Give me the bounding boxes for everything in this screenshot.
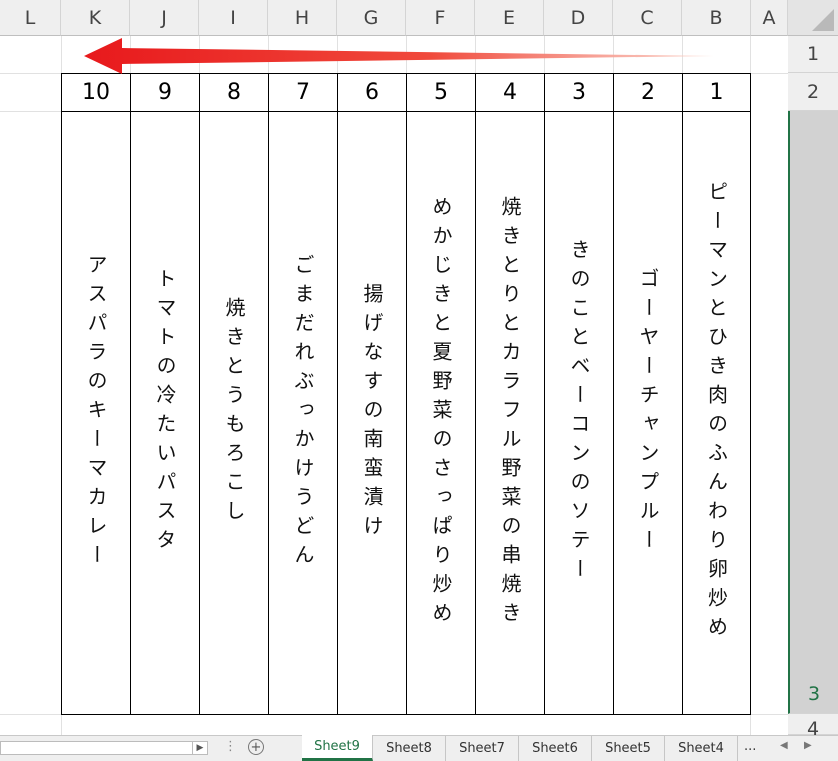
number-cell[interactable]: 2 <box>613 73 683 112</box>
row-header-4[interactable]: 4 <box>788 714 838 740</box>
dish-name: アスパラのキーマカレー <box>84 253 108 573</box>
column-header-H[interactable]: H <box>268 0 337 36</box>
scroll-right-arrow-icon[interactable]: ▶ <box>192 742 207 754</box>
number-cell[interactable]: 4 <box>475 73 545 112</box>
more-tabs-button[interactable]: ... <box>744 739 756 754</box>
column-header-D[interactable]: D <box>544 0 613 36</box>
dish-cell[interactable]: 焼きとりとカラフル野菜の串焼き <box>475 111 545 715</box>
tab-sheet9[interactable]: Sheet9 <box>302 735 373 761</box>
number-cell[interactable]: 8 <box>199 73 269 112</box>
add-sheet-button[interactable]: + <box>248 739 264 755</box>
tab-sheet6[interactable]: Sheet6 <box>519 736 592 761</box>
number-cell[interactable]: 10 <box>61 73 131 112</box>
dish-cell[interactable]: 焼きとうもろこし <box>199 111 269 715</box>
column-header-B[interactable]: B <box>682 0 751 36</box>
dish-name: ごまだれぶっかけうどん <box>291 253 315 573</box>
gridline <box>0 111 61 112</box>
tab-scroll-right-icon[interactable]: ▶ <box>804 740 812 751</box>
row-header-3[interactable]: 3 <box>788 111 838 714</box>
column-header-K[interactable]: K <box>61 0 130 36</box>
number-cell[interactable]: 3 <box>544 73 614 112</box>
column-header-I[interactable]: I <box>199 0 268 36</box>
column-header-J[interactable]: J <box>130 0 199 36</box>
dish-name: めかじきと夏野菜のさっぱり炒め <box>429 195 453 631</box>
tab-splitter-icon[interactable]: ⋮ <box>224 739 237 754</box>
number-cell[interactable]: 5 <box>406 73 476 112</box>
horizontal-scrollbar[interactable]: ▶ <box>0 741 208 755</box>
tab-sheet8[interactable]: Sheet8 <box>373 736 446 761</box>
dish-cell[interactable]: きのことベーコンのソテー <box>544 111 614 715</box>
dish-cell[interactable]: めかじきと夏野菜のさっぱり炒め <box>406 111 476 715</box>
dish-name: 揚げなすの南蛮漬け <box>360 282 384 544</box>
tab-scroll-left-icon[interactable]: ◀ <box>780 740 788 751</box>
number-cell[interactable]: 9 <box>130 73 200 112</box>
left-arrow-icon <box>84 38 714 74</box>
tab-sheet4[interactable]: Sheet4 <box>665 736 738 761</box>
dish-cell[interactable]: ごまだれぶっかけうどん <box>268 111 338 715</box>
column-header-L[interactable]: L <box>0 0 61 36</box>
dish-cell[interactable]: ピーマンとひき肉のふんわり卵炒め <box>682 111 751 715</box>
dish-name: 焼きとりとカラフル野菜の串焼き <box>498 195 522 631</box>
number-cell[interactable]: 1 <box>682 73 751 112</box>
dish-name: 焼きとうもろこし <box>222 297 246 529</box>
sheet-tab-bar: ▶ ⋮ + Sheet9 Sheet8 Sheet7 Sheet6 Sheet5… <box>0 735 838 761</box>
dish-cell[interactable]: ゴーヤーチャンプルー <box>613 111 683 715</box>
number-cell[interactable]: 7 <box>268 73 338 112</box>
dish-name: ピーマンとひき肉のふんわり卵炒め <box>704 181 729 645</box>
number-cell[interactable]: 6 <box>337 73 407 112</box>
row-header-2[interactable]: 2 <box>788 73 838 111</box>
column-header-A[interactable]: A <box>751 0 788 36</box>
dish-name: きのことベーコンのソテー <box>567 239 591 587</box>
column-header-F[interactable]: F <box>406 0 475 36</box>
column-header-C[interactable]: C <box>613 0 682 36</box>
select-all-corner[interactable] <box>788 0 838 36</box>
dish-cell[interactable]: アスパラのキーマカレー <box>61 111 131 715</box>
column-header-E[interactable]: E <box>475 0 544 36</box>
row-header-1[interactable]: 1 <box>788 36 838 73</box>
column-header-G[interactable]: G <box>337 0 406 36</box>
select-all-triangle-icon <box>812 9 834 31</box>
tab-sheet5[interactable]: Sheet5 <box>592 736 665 761</box>
tab-sheet7[interactable]: Sheet7 <box>446 736 519 761</box>
dish-name: ゴーヤーチャンプルー <box>636 268 660 558</box>
dish-cell[interactable]: 揚げなすの南蛮漬け <box>337 111 407 715</box>
spreadsheet-grid[interactable]: L K J I H G F E D C B A 1 2 3 4 10 9 8 7… <box>0 0 838 740</box>
dish-cell[interactable]: トマトの冷たいパスタ <box>130 111 200 715</box>
dish-name: トマトの冷たいパスタ <box>153 268 177 558</box>
